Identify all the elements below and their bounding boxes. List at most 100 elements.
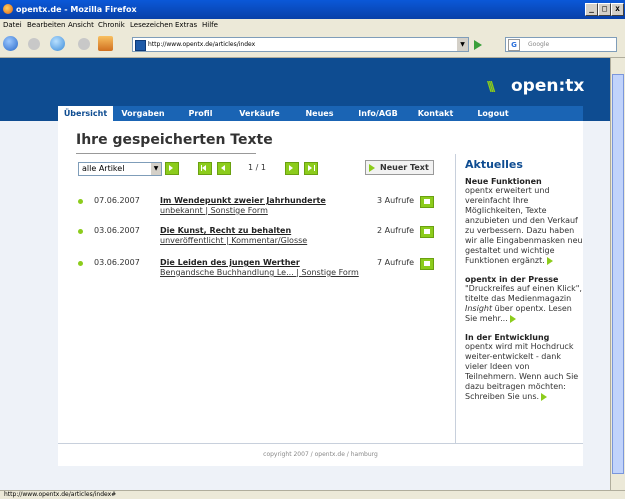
bullet-icon xyxy=(78,199,83,204)
news-item: Neue Funktionen opentx erweitert und ver… xyxy=(465,177,583,266)
article-meta-link[interactable]: unbekannt | Sonstige Form xyxy=(160,206,268,215)
tab-logout[interactable]: Logout xyxy=(463,106,523,121)
menu-chronik[interactable]: Chronik xyxy=(98,21,125,29)
bullet-icon xyxy=(78,261,83,266)
footer-background xyxy=(0,466,625,490)
news-text: opentx wird mit Hochdruck weiter-entwick… xyxy=(465,342,579,401)
page-title: Ihre gespeicherten Texte xyxy=(76,132,273,148)
last-page-icon xyxy=(308,165,312,171)
chevron-down-icon: ▼ xyxy=(151,163,161,175)
menu-lesezeichen[interactable]: Lesezeichen xyxy=(130,21,173,29)
article-row: 07.06.2007 Im Wendepunkt zweier Jahrhund… xyxy=(78,196,438,226)
edit-icon[interactable] xyxy=(420,196,434,208)
forward-icon[interactable] xyxy=(28,38,40,50)
window-titlebar: opentx.de - Mozilla Firefox _ □ x xyxy=(0,0,625,19)
filter-value: alle Artikel xyxy=(82,164,125,173)
more-arrow-icon[interactable] xyxy=(546,256,553,265)
news-title: Aktuelles xyxy=(465,158,523,171)
chevron-down-icon[interactable]: ▼ xyxy=(457,38,468,51)
play-icon xyxy=(369,164,375,172)
menu-bar: Datei Bearbeiten Ansicht Chronik Lesezei… xyxy=(0,19,625,32)
tab-vorgaben[interactable]: Vorgaben xyxy=(113,106,173,121)
news-heading: Neue Funktionen xyxy=(465,177,542,186)
new-text-button[interactable]: Neuer Text xyxy=(365,160,434,175)
news-text: "Druckreifes auf einen Klick", titelte d… xyxy=(465,284,582,323)
menu-hilfe[interactable]: Hilfe xyxy=(202,21,218,29)
first-page-icon xyxy=(202,165,206,171)
reload-icon[interactable] xyxy=(50,36,65,51)
logo-icon: \\\ xyxy=(487,80,495,95)
stop-icon[interactable] xyxy=(78,38,90,50)
news-text: opentx erweitert und vereinfacht Ihre Mö… xyxy=(465,186,583,265)
menu-extras[interactable]: Extras xyxy=(175,21,197,29)
google-icon: G xyxy=(508,39,520,51)
news-heading: opentx in der Presse xyxy=(465,275,559,284)
page-footer: copyright 2007 / opentx.de / hamburg xyxy=(58,444,583,466)
address-url: http://www.opentx.de/articles/index xyxy=(148,41,256,48)
main-navigation: Übersicht Vorgaben Profil Verkäufe Neues… xyxy=(58,106,583,121)
arrow-left-icon xyxy=(221,165,225,171)
tab-profil[interactable]: Profil xyxy=(173,106,228,121)
news-item: opentx in der Presse "Druckreifes auf ei… xyxy=(465,275,583,324)
article-meta-link[interactable]: Bengandsche Buchhandlung Le... | Sonstig… xyxy=(160,268,359,277)
news-item: In der Entwicklung opentx wird mit Hochd… xyxy=(465,333,583,402)
navigation-toolbar: http://www.opentx.de/articles/index ▼ G … xyxy=(0,32,625,58)
tab-verkaeufe[interactable]: Verkäufe xyxy=(228,106,291,121)
tab-info-agb[interactable]: Info/AGB xyxy=(348,106,408,121)
scrollbar-thumb[interactable] xyxy=(612,74,624,474)
next-page-button[interactable] xyxy=(285,162,299,175)
web-page: \\\ open:tx Übersicht Vorgaben Profil Ve… xyxy=(0,58,625,490)
edit-icon[interactable] xyxy=(420,258,434,270)
new-text-label: Neuer Text xyxy=(380,163,429,172)
last-page-button[interactable] xyxy=(304,162,318,175)
site-header: \\\ open:tx xyxy=(0,58,625,106)
vertical-scrollbar[interactable] xyxy=(610,58,625,490)
news-sidebar: Aktuelles Neue Funktionen opentx erweite… xyxy=(455,154,583,454)
status-text: http://www.opentx.de/articles/index# xyxy=(4,491,117,498)
article-meta-link[interactable]: unveröffentlicht | Kommentar/Glosse xyxy=(160,236,307,245)
site-favicon xyxy=(135,40,146,51)
arrow-right-icon xyxy=(289,165,293,171)
arrow-right-icon xyxy=(169,165,173,171)
article-filter-select[interactable]: alle Artikel ▼ xyxy=(78,162,162,176)
article-row: 03.06.2007 Die Leiden des jungen Werther… xyxy=(78,258,438,288)
menu-datei[interactable]: Datei xyxy=(3,21,22,29)
article-date: 03.06.2007 xyxy=(94,258,140,267)
minimize-button[interactable]: _ xyxy=(585,3,598,16)
tab-neues[interactable]: Neues xyxy=(291,106,348,121)
menu-bearbeiten[interactable]: Bearbeiten xyxy=(27,21,65,29)
article-date: 03.06.2007 xyxy=(94,226,140,235)
article-views: 2 Aufrufe xyxy=(377,226,415,235)
tab-uebersicht[interactable]: Übersicht xyxy=(58,106,113,121)
title-divider xyxy=(76,153,256,154)
home-icon[interactable] xyxy=(98,36,113,51)
news-heading: In der Entwicklung xyxy=(465,333,550,342)
search-placeholder: Google xyxy=(528,41,550,48)
article-views: 3 Aufrufe xyxy=(377,196,415,205)
menu-ansicht[interactable]: Ansicht xyxy=(68,21,94,29)
article-title-link[interactable]: Im Wendepunkt zweier Jahrhunderte xyxy=(160,196,326,205)
search-input[interactable]: G Google xyxy=(505,37,617,52)
close-button[interactable]: x xyxy=(611,3,624,16)
article-views: 7 Aufrufe xyxy=(377,258,415,267)
address-bar[interactable]: http://www.opentx.de/articles/index ▼ xyxy=(132,37,469,52)
tab-kontakt[interactable]: Kontakt xyxy=(408,106,463,121)
article-row: 03.06.2007 Die Kunst, Recht zu behalten … xyxy=(78,226,438,256)
article-title-link[interactable]: Die Leiden des jungen Werther xyxy=(160,258,300,267)
back-icon[interactable] xyxy=(3,36,18,51)
previous-page-button[interactable] xyxy=(217,162,231,175)
bullet-icon xyxy=(78,229,83,234)
left-margin xyxy=(0,121,58,490)
filter-go-button[interactable] xyxy=(165,162,179,175)
article-date: 07.06.2007 xyxy=(94,196,140,205)
edit-icon[interactable] xyxy=(420,226,434,238)
more-arrow-icon[interactable] xyxy=(541,392,548,401)
firefox-icon xyxy=(3,4,13,14)
first-page-button[interactable] xyxy=(198,162,212,175)
go-icon[interactable] xyxy=(474,40,482,50)
maximize-button[interactable]: □ xyxy=(598,3,611,16)
article-title-link[interactable]: Die Kunst, Recht zu behalten xyxy=(160,226,291,235)
window-title: opentx.de - Mozilla Firefox xyxy=(16,5,137,14)
more-arrow-icon[interactable] xyxy=(509,314,516,323)
site-logo[interactable]: open:tx xyxy=(511,76,584,96)
